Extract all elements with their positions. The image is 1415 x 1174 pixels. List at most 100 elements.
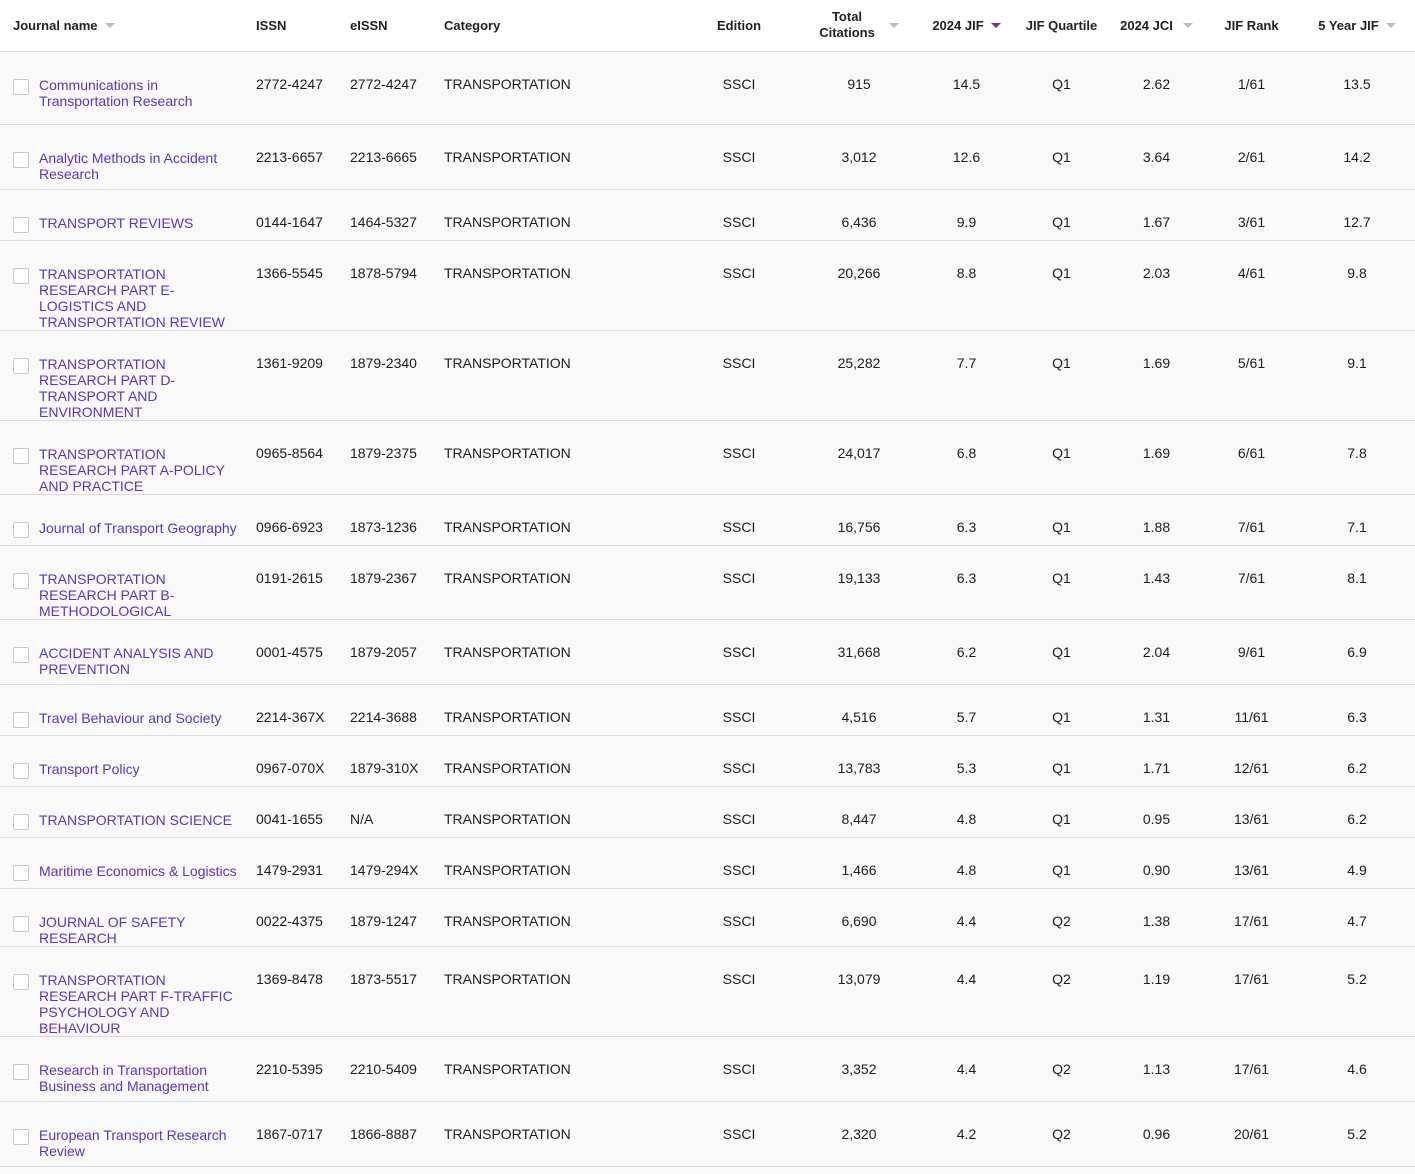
journal-name-link[interactable]: ACCIDENT ANALYSIS AND PREVENTION bbox=[39, 644, 244, 677]
row-select-checkbox[interactable] bbox=[13, 864, 29, 881]
jif-rank-cell: 3/61 bbox=[1204, 189, 1299, 240]
header-journal-name[interactable]: Journal name bbox=[0, 0, 250, 51]
five-year-jif-cell-value: 5.2 bbox=[1347, 970, 1367, 987]
journal-name-link[interactable]: Maritime Economics & Logistics bbox=[39, 862, 237, 879]
edition-cell-value: SSCI bbox=[722, 861, 756, 878]
row-select-checkbox[interactable] bbox=[13, 151, 29, 168]
row-select-checkbox[interactable] bbox=[13, 572, 29, 589]
jif-cell: 4.8 bbox=[919, 837, 1014, 888]
row-select-checkbox[interactable] bbox=[13, 1128, 29, 1145]
journal-name-link[interactable]: Analytic Methods in Accident Research bbox=[39, 149, 244, 182]
issn-cell: 0041-1655 bbox=[250, 786, 344, 837]
jif-rank-cell: 13/61 bbox=[1204, 837, 1299, 888]
row-select-checkbox[interactable] bbox=[13, 216, 29, 233]
table-row: Research in Transportation Business and … bbox=[0, 1036, 1415, 1101]
jif-rank-cell-value: 4/61 bbox=[1237, 264, 1266, 281]
journal-name-link[interactable]: TRANSPORTATION RESEARCH PART D-TRANSPORT… bbox=[39, 355, 244, 420]
journal-name-link[interactable]: TRANSPORTATION RESEARCH PART E-LOGISTICS… bbox=[39, 265, 244, 330]
header-total-citations[interactable]: Total Citations bbox=[799, 0, 919, 51]
table-row: Transport Policy 0967-070X 1879-310X TRANSP… bbox=[0, 735, 1415, 786]
journal-name-link[interactable]: TRANSPORT REVIEWS bbox=[39, 214, 193, 231]
jif-quartile-cell-value: Q1 bbox=[1052, 708, 1071, 725]
sort-active-caret-icon[interactable] bbox=[990, 22, 1001, 28]
jif-rank-cell: 17/61 bbox=[1204, 888, 1299, 946]
category-cell: TRANSPORTATION bbox=[438, 420, 679, 494]
journal-name-link[interactable]: Travel Behaviour and Society bbox=[39, 709, 221, 726]
journal-name-link[interactable]: Communications in Transportation Researc… bbox=[39, 76, 244, 109]
journal-name-link[interactable]: Research in Transportation Business and … bbox=[39, 1061, 244, 1094]
edition-cell: SSCI bbox=[679, 786, 799, 837]
jif-quartile-cell-value: Q1 bbox=[1052, 354, 1071, 371]
jif-cell-value: 9.9 bbox=[956, 213, 977, 230]
table-row: Travel Behaviour and Society 2214-367X 221… bbox=[0, 684, 1415, 735]
issn-cell-value: 1366-5545 bbox=[256, 264, 323, 281]
edition-cell: SSCI bbox=[679, 1166, 799, 1174]
journal-name-link[interactable]: TRANSPORTATION RESEARCH PART B-METHODOLO… bbox=[39, 570, 244, 619]
jci-cell-value: 1.69 bbox=[1142, 354, 1171, 371]
edition-cell-value: SSCI bbox=[722, 213, 756, 230]
jci-cell-value: 0.90 bbox=[1142, 861, 1171, 878]
jif-rank-cell-value: 13/61 bbox=[1233, 861, 1270, 878]
jif-cell: 14.5 bbox=[919, 51, 1014, 124]
edition-cell: SSCI bbox=[679, 124, 799, 189]
five-year-jif-cell-value: 14.2 bbox=[1343, 148, 1371, 165]
journal-name-link[interactable]: TRANSPORTATION RESEARCH PART F-TRAFFIC P… bbox=[39, 971, 244, 1036]
row-select-checkbox[interactable] bbox=[13, 973, 29, 990]
header-5-year-jif[interactable]: 5 Year JIF bbox=[1299, 0, 1415, 51]
jif-quartile-cell-value: Q1 bbox=[1052, 861, 1071, 878]
total-citations-cell: 13,783 bbox=[799, 735, 919, 786]
row-select-checkbox[interactable] bbox=[13, 521, 29, 538]
row-select-checkbox[interactable] bbox=[13, 267, 29, 284]
jif-cell-value: 4.8 bbox=[956, 810, 977, 827]
journal-name-cell: ACCIDENT ANALYSIS AND PREVENTION bbox=[0, 619, 250, 684]
header-eissn: eISSN bbox=[344, 0, 438, 51]
sort-caret-icon[interactable] bbox=[1385, 22, 1396, 28]
jci-cell-value: 1.43 bbox=[1142, 569, 1171, 586]
jif-rank-cell-value: 6/61 bbox=[1237, 444, 1266, 461]
jci-cell-value: 2.04 bbox=[1142, 643, 1171, 660]
journal-name-link[interactable]: European Transport Research Review bbox=[39, 1126, 244, 1159]
row-select-checkbox[interactable] bbox=[13, 915, 29, 932]
sort-caret-icon[interactable] bbox=[104, 22, 115, 28]
eissn-cell-value: 1879-2057 bbox=[350, 643, 417, 660]
header-2024-jif[interactable]: 2024 JIF bbox=[919, 0, 1014, 51]
row-select-checkbox[interactable] bbox=[13, 357, 29, 374]
jif-rank-cell: 17/61 bbox=[1204, 946, 1299, 1036]
issn-cell: 2772-4247 bbox=[250, 51, 344, 124]
header-2024-jci[interactable]: 2024 JCI bbox=[1109, 0, 1204, 51]
row-select-checkbox[interactable] bbox=[13, 447, 29, 464]
row-select-checkbox[interactable] bbox=[13, 1063, 29, 1080]
jci-cell: 0.62 bbox=[1109, 1166, 1204, 1174]
five-year-jif-cell-value: 9.1 bbox=[1347, 354, 1367, 371]
journal-name-link[interactable]: JOURNAL OF SAFETY RESEARCH bbox=[39, 913, 244, 946]
journal-name-cell: International Journal of Sustainable Tra… bbox=[0, 1166, 250, 1174]
jif-cell-value: 6.8 bbox=[956, 444, 977, 461]
header-label: 5 Year JIF bbox=[1318, 17, 1379, 33]
row-select-checkbox[interactable] bbox=[13, 78, 29, 95]
category-cell: TRANSPORTATION bbox=[438, 545, 679, 619]
journal-name-link[interactable]: Journal of Transport Geography bbox=[39, 519, 237, 536]
journal-name-link[interactable]: TRANSPORTATION SCIENCE bbox=[39, 811, 232, 828]
jif-cell: 6.3 bbox=[919, 494, 1014, 545]
category-cell-value: TRANSPORTATION bbox=[444, 1060, 571, 1077]
total-citations-cell: 3,012 bbox=[799, 124, 919, 189]
row-select-checkbox[interactable] bbox=[13, 711, 29, 728]
jif-cell: 6.8 bbox=[919, 420, 1014, 494]
edition-cell: SSCI bbox=[679, 888, 799, 946]
edition-cell: SSCI bbox=[679, 240, 799, 330]
jif-cell-value: 4.4 bbox=[956, 970, 977, 987]
sort-caret-icon[interactable] bbox=[888, 22, 899, 28]
journal-name-cell: TRANSPORTATION RESEARCH PART A-POLICY AN… bbox=[0, 420, 250, 494]
eissn-cell: 1879-2057 bbox=[344, 619, 438, 684]
jif-cell-value: 5.3 bbox=[956, 759, 977, 776]
total-citations-cell-value: 3,352 bbox=[841, 1060, 877, 1077]
journal-name-link[interactable]: TRANSPORTATION RESEARCH PART A-POLICY AN… bbox=[39, 445, 244, 494]
row-select-checkbox[interactable] bbox=[13, 813, 29, 830]
five-year-jif-cell-value: 12.7 bbox=[1343, 213, 1371, 230]
row-select-checkbox[interactable] bbox=[13, 762, 29, 779]
row-select-checkbox[interactable] bbox=[13, 646, 29, 663]
issn-cell: 0144-1647 bbox=[250, 189, 344, 240]
journal-name-link[interactable]: Transport Policy bbox=[39, 760, 140, 777]
jci-cell: 1.38 bbox=[1109, 888, 1204, 946]
sort-caret-icon[interactable] bbox=[1182, 22, 1193, 28]
